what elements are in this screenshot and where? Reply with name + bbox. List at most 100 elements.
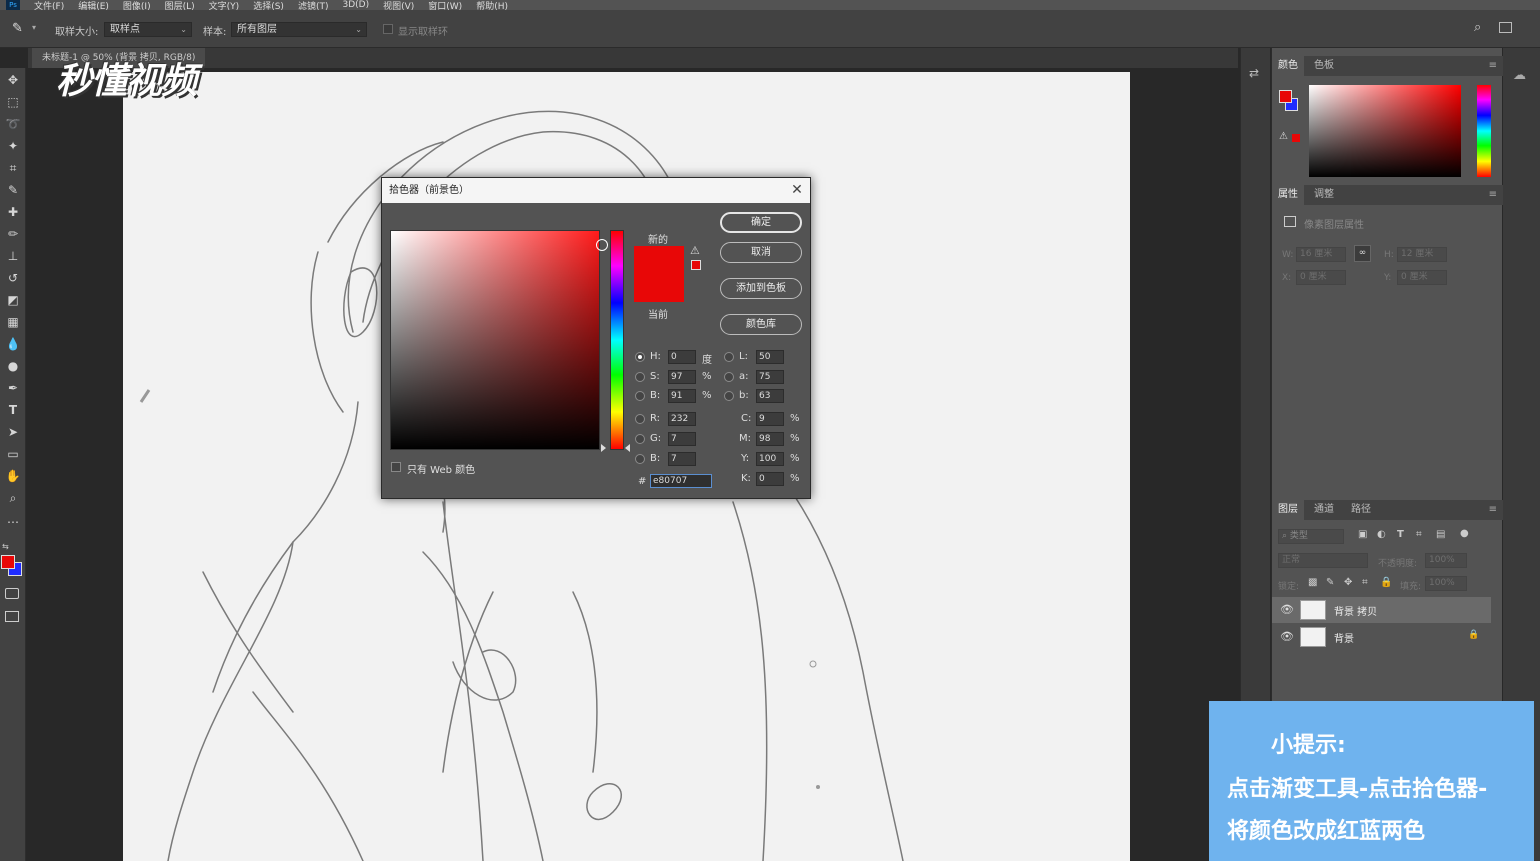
filter-shape-icon[interactable]: ⌗ <box>1416 529 1422 540</box>
menu-view[interactable]: 视图(V) <box>383 0 414 11</box>
filter-pixel-icon[interactable]: ▣ <box>1358 529 1367 540</box>
chevron-down-icon[interactable]: ▾ <box>32 23 36 32</box>
green-input[interactable]: 7 <box>668 432 696 446</box>
swap-colors-icon[interactable]: ⇆ <box>2 542 9 551</box>
eyedropper-icon[interactable]: ✎ <box>5 182 21 198</box>
blue-input[interactable]: 7 <box>668 452 696 466</box>
tab-paths[interactable]: 路径 <box>1345 500 1377 520</box>
web-safe-color-chip[interactable] <box>691 260 701 270</box>
zoom-tool-icon[interactable]: ⌕ <box>5 490 21 506</box>
y-field[interactable]: 0 厘米 <box>1397 270 1447 285</box>
filter-smart-icon[interactable]: ▤ <box>1436 529 1445 540</box>
color-hue-bar[interactable] <box>1477 85 1491 177</box>
brush-tool-icon[interactable]: ✏ <box>5 226 21 242</box>
menu-help[interactable]: 帮助(H) <box>476 0 508 11</box>
layer-row[interactable]: 👁 背景 🔒 <box>1272 624 1491 650</box>
red-input[interactable]: 232 <box>668 412 696 426</box>
x-field[interactable]: 0 厘米 <box>1296 270 1346 285</box>
width-field[interactable]: 16 厘米 <box>1296 247 1346 262</box>
more-tools-icon[interactable]: ⋯ <box>5 514 21 530</box>
tab-adjustments[interactable]: 调整 <box>1308 185 1340 205</box>
quick-select-tool-icon[interactable]: ✦ <box>5 138 21 154</box>
hue-input[interactable]: 0 <box>668 350 696 364</box>
layer-row[interactable]: 👁 背景 拷贝 <box>1272 597 1491 623</box>
history-panel-icon[interactable]: ⇄ <box>1249 66 1259 80</box>
menu-image[interactable]: 图像(I) <box>123 0 151 11</box>
move-tool-icon[interactable]: ✥ <box>5 72 21 88</box>
tab-properties[interactable]: 属性 <box>1272 185 1304 205</box>
sample-size-select[interactable]: 取样点 ⌄ <box>104 22 192 37</box>
cyan-input[interactable]: 9 <box>756 412 784 426</box>
lock-pixels-icon[interactable]: ✎ <box>1326 577 1334 588</box>
pen-tool-icon[interactable]: ✒ <box>5 380 21 396</box>
eraser-tool-icon[interactable]: ◩ <box>5 292 21 308</box>
gamut-warning-icon[interactable]: ⚠ <box>690 244 700 257</box>
eyedropper-tool-icon[interactable]: ✎ <box>12 21 23 36</box>
blur-tool-icon[interactable]: 💧 <box>5 336 21 352</box>
only-web-colors-checkbox[interactable] <box>391 462 401 472</box>
hex-input[interactable]: e80707 <box>650 474 712 488</box>
a-input[interactable]: 75 <box>756 370 784 384</box>
radio-r[interactable] <box>635 414 645 424</box>
tab-channels[interactable]: 通道 <box>1308 500 1340 520</box>
path-select-icon[interactable]: ➤ <box>5 424 21 440</box>
radio-blue[interactable] <box>635 454 645 464</box>
lightness-input[interactable]: 50 <box>756 350 784 364</box>
gradient-tool-icon[interactable]: ▦ <box>5 314 21 330</box>
radio-lab-b[interactable] <box>724 391 734 401</box>
panel-menu-icon[interactable]: ≡ <box>1489 60 1497 71</box>
crop-tool-icon[interactable]: ⌗ <box>5 160 21 176</box>
radio-h[interactable] <box>635 352 645 362</box>
panel-menu-icon[interactable]: ≡ <box>1489 504 1497 515</box>
color-field[interactable] <box>390 230 608 450</box>
add-to-swatches-button[interactable]: 添加到色板 <box>720 278 802 299</box>
black-input[interactable]: 0 <box>756 472 784 486</box>
history-brush-icon[interactable]: ↺ <box>5 270 21 286</box>
quick-mask-icon[interactable] <box>5 588 19 599</box>
dodge-tool-icon[interactable]: ● <box>5 358 21 374</box>
color-field-cursor[interactable] <box>596 239 608 251</box>
radio-b[interactable] <box>635 391 645 401</box>
filter-type-icon[interactable]: T <box>1397 529 1404 540</box>
hand-tool-icon[interactable]: ✋ <box>5 468 21 484</box>
marquee-tool-icon[interactable]: ⬚ <box>5 94 21 110</box>
menu-file[interactable]: 文件(F) <box>34 0 64 11</box>
cc-libraries-icon[interactable]: ☁ <box>1513 68 1526 83</box>
tab-color[interactable]: 颜色 <box>1272 56 1304 76</box>
color-libraries-button[interactable]: 颜色库 <box>720 314 802 335</box>
lock-transparent-icon[interactable]: ▩ <box>1308 577 1317 588</box>
menu-window[interactable]: 窗口(W) <box>428 0 462 11</box>
saturation-input[interactable]: 97 <box>668 370 696 384</box>
panel-menu-icon[interactable]: ≡ <box>1489 189 1497 200</box>
search-icon[interactable]: ⌕ <box>1474 20 1481 35</box>
hue-slider[interactable] <box>610 230 624 450</box>
stamp-tool-icon[interactable]: ⊥ <box>5 248 21 264</box>
ok-button[interactable]: 确定 <box>720 212 802 233</box>
visibility-eye-icon[interactable]: 👁 <box>1280 630 1294 643</box>
magenta-input[interactable]: 98 <box>756 432 784 446</box>
tab-layers[interactable]: 图层 <box>1272 500 1304 520</box>
panel-foreground-swatch[interactable] <box>1279 90 1292 103</box>
height-field[interactable]: 12 厘米 <box>1397 247 1447 262</box>
visibility-eye-icon[interactable]: 👁 <box>1280 603 1294 616</box>
layer-filter-select[interactable]: ⌕ 类型 <box>1278 529 1344 544</box>
hue-slider-left-arrow[interactable] <box>601 444 606 452</box>
current-color-swatch[interactable] <box>634 274 684 302</box>
menu-filter[interactable]: 滤镜(T) <box>298 0 329 11</box>
menu-layer[interactable]: 图层(L) <box>165 0 195 11</box>
gamut-color-chip[interactable] <box>1292 134 1300 142</box>
menu-select[interactable]: 选择(S) <box>253 0 284 11</box>
lock-all-icon[interactable]: 🔒 <box>1380 577 1392 588</box>
healing-brush-icon[interactable]: ✚ <box>5 204 21 220</box>
yellow-input[interactable]: 100 <box>756 452 784 466</box>
show-ring-checkbox[interactable] <box>383 24 393 34</box>
close-icon[interactable]: ✕ <box>790 178 804 203</box>
filter-adjust-icon[interactable]: ◐ <box>1377 529 1386 540</box>
type-tool-icon[interactable]: T <box>5 402 21 418</box>
shape-tool-icon[interactable]: ▭ <box>5 446 21 462</box>
cancel-button[interactable]: 取消 <box>720 242 802 263</box>
menu-type[interactable]: 文字(Y) <box>209 0 240 11</box>
lab-b-input[interactable]: 63 <box>756 389 784 403</box>
sample-select[interactable]: 所有图层 ⌄ <box>231 22 367 37</box>
lock-artboard-icon[interactable]: ⌗ <box>1362 577 1368 588</box>
